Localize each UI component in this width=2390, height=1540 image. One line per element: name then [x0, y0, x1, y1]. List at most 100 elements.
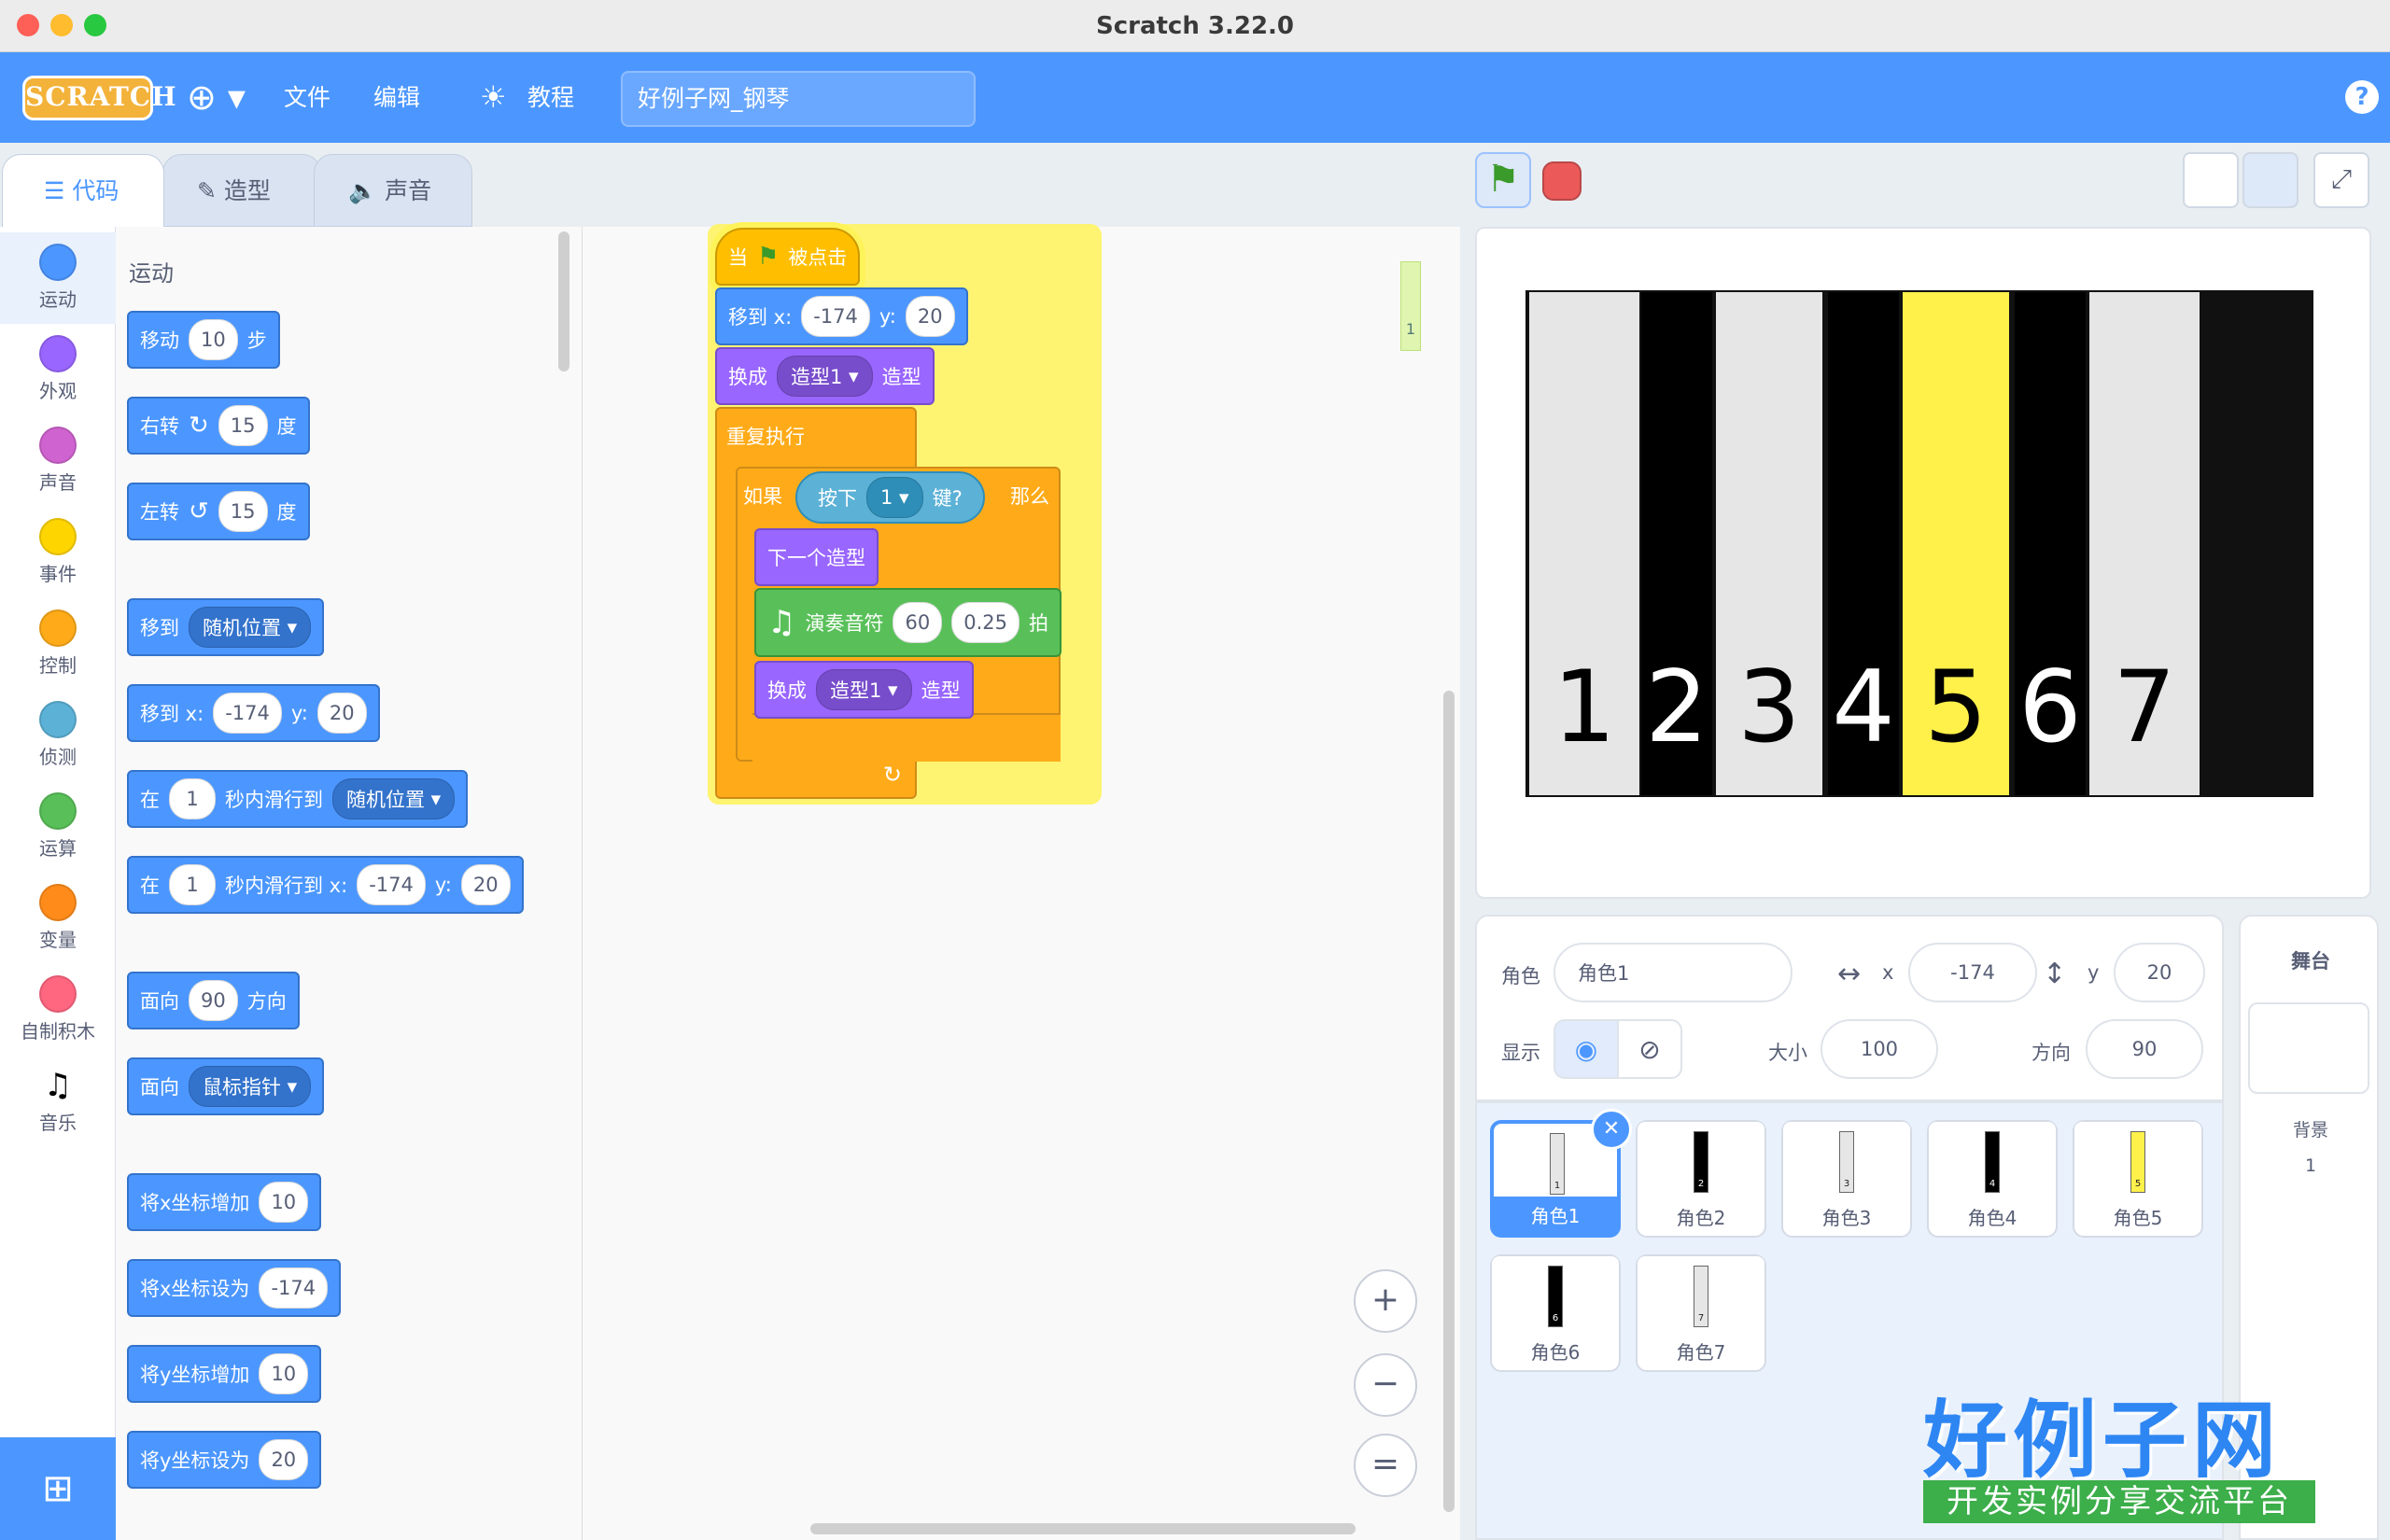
category-7[interactable]: 变量 — [0, 873, 116, 964]
direction-input-field[interactable]: 90 — [2086, 1019, 2203, 1079]
sprite-thumb-5[interactable]: 5 角色5 — [2073, 1120, 2203, 1238]
category-5[interactable]: 侦测 — [0, 690, 116, 781]
goto-block[interactable]: 移到 随机位置 ▾ — [127, 598, 325, 656]
script-goto-xy-block[interactable]: 移到 x: -174 y: 20 — [715, 287, 968, 345]
sprite-thumb-2[interactable]: 2 角色2 — [1636, 1120, 1766, 1238]
stop-button[interactable] — [1542, 161, 1582, 201]
next-costume-block[interactable]: 下一个造型 — [754, 528, 879, 586]
direction-input[interactable]: 90 — [189, 980, 238, 1021]
move-steps-block[interactable]: 移动 10 步 — [127, 311, 280, 369]
glide-seconds-input[interactable]: 1 — [169, 778, 216, 819]
set-x-input[interactable]: -174 — [259, 1267, 329, 1309]
change-x-block[interactable]: 将x坐标增加 10 — [127, 1173, 322, 1231]
sprite-thumb-1[interactable]: 1 角色1 ✕ — [1490, 1109, 1632, 1238]
sprite-thumb-6[interactable]: 6 角色6 — [1490, 1254, 1621, 1372]
goto-y-input[interactable]: 20 — [316, 693, 367, 734]
project-title-input[interactable]: 好例子网_钢琴 — [621, 71, 976, 127]
show-eye-icon[interactable]: ◉ — [1554, 1019, 1619, 1079]
category-3[interactable]: 事件 — [0, 507, 116, 598]
set-y-input[interactable]: 20 — [259, 1439, 309, 1480]
category-2[interactable]: 声音 — [0, 415, 116, 507]
point-direction-block[interactable]: 面向 90 方向 — [127, 972, 300, 1029]
category-9[interactable]: ♫ 音乐 — [0, 1056, 116, 1147]
set-x-block[interactable]: 将x坐标设为 -174 — [127, 1259, 342, 1317]
glide-y-input[interactable]: 20 — [460, 864, 511, 905]
script-vertical-scrollbar[interactable] — [1443, 691, 1455, 1512]
key-pressed-block[interactable]: 按下 1 ▾ 键? — [795, 471, 985, 524]
large-stage-button[interactable] — [2242, 152, 2299, 208]
point-towards-dropdown[interactable]: 鼠标指针 ▾ — [189, 1066, 312, 1107]
costume-dropdown[interactable]: 造型1 ▾ — [777, 356, 873, 397]
change-y-input[interactable]: 10 — [259, 1353, 309, 1394]
category-1[interactable]: 外观 — [0, 324, 116, 415]
file-menu[interactable]: 文件 — [284, 52, 330, 143]
costume-dropdown-2[interactable]: 造型1 ▾ — [816, 669, 912, 710]
y-input[interactable]: 20 — [2114, 943, 2205, 1002]
fullscreen-icon[interactable]: ⤢ — [2313, 152, 2369, 208]
language-globe-icon[interactable]: ⊕ ▾ — [187, 52, 246, 143]
goto-x-input[interactable]: -174 — [213, 693, 282, 734]
change-x-input[interactable]: 10 — [259, 1182, 309, 1223]
zoom-in-button[interactable]: + — [1354, 1269, 1417, 1333]
small-stage-button[interactable] — [2183, 152, 2239, 208]
goto-dropdown[interactable]: 随机位置 ▾ — [189, 607, 312, 648]
script-horizontal-scrollbar[interactable] — [810, 1523, 1356, 1534]
script-goto-x-input[interactable]: -174 — [801, 296, 870, 337]
x-input[interactable]: -174 — [1908, 943, 2037, 1002]
category-6[interactable]: 运算 — [0, 781, 116, 873]
turn-right-input[interactable]: 15 — [218, 405, 268, 446]
script-goto-y-input[interactable]: 20 — [905, 296, 955, 337]
size-input[interactable]: 100 — [1821, 1019, 1938, 1079]
piano-key-7[interactable]: 7 — [2089, 292, 2200, 795]
sprite-thumb-7[interactable]: 7 角色7 — [1636, 1254, 1766, 1372]
piano-key-1[interactable]: 1 — [1529, 292, 1639, 795]
tab-costumes[interactable]: ✎ 造型 — [162, 154, 321, 227]
play-note-block[interactable]: ♫ 演奏音符 60 0.25 拍 — [754, 588, 1061, 657]
scratch-logo[interactable]: SCRATCH — [22, 76, 176, 120]
move-steps-input[interactable]: 10 — [189, 319, 238, 360]
glide-xy-block[interactable]: 在 1 秒内滑行到 x: -174 y: 20 — [127, 856, 524, 914]
glide-block[interactable]: 在 1 秒内滑行到 随机位置 ▾ — [127, 770, 469, 828]
note-input[interactable]: 60 — [893, 602, 943, 643]
category-0[interactable]: 运动 — [0, 232, 116, 324]
tutorials-menu[interactable]: 教程 — [527, 52, 574, 143]
piano-key-3[interactable]: 3 — [1716, 292, 1822, 795]
glide-dropdown[interactable]: 随机位置 ▾ — [332, 778, 456, 819]
zoom-out-button[interactable]: − — [1354, 1353, 1417, 1417]
key-dropdown[interactable]: 1 ▾ — [866, 477, 923, 518]
piano-key-4[interactable]: 4 — [1828, 292, 1899, 795]
goto-xy-block[interactable]: 移到 x: -174 y: 20 — [127, 684, 380, 742]
piano-key-6[interactable]: 6 — [2015, 292, 2086, 795]
hide-eye-icon[interactable]: ⊘ — [1617, 1019, 1682, 1079]
script-switch-costume-block[interactable]: 换成 造型1 ▾ 造型 — [715, 347, 935, 405]
turn-left-block[interactable]: 左转 ↺ 15 度 — [127, 483, 310, 540]
turn-left-input[interactable]: 15 — [218, 491, 268, 532]
tab-sounds[interactable]: 🔈 声音 — [314, 154, 472, 227]
category-4[interactable]: 控制 — [0, 598, 116, 690]
piano-key-5[interactable]: 5 — [1903, 292, 2009, 795]
green-flag-button[interactable]: ⚑ — [1475, 152, 1531, 208]
glide-x-input[interactable]: -174 — [357, 864, 426, 905]
delete-sprite-icon[interactable]: ✕ — [1591, 1109, 1632, 1150]
help-icon[interactable]: ? — [2345, 80, 2379, 114]
tab-code[interactable]: ☰ 代码 — [2, 154, 164, 227]
category-8[interactable]: 自制积木 — [0, 964, 116, 1056]
beats-input[interactable]: 0.25 — [951, 602, 1019, 643]
set-y-block[interactable]: 将y坐标设为 20 — [127, 1431, 322, 1489]
piano-key-2[interactable]: 2 — [1641, 292, 1712, 795]
script-switch-costume-block-2[interactable]: 换成 造型1 ▾ 造型 — [754, 661, 974, 719]
sprite-thumb-3[interactable]: 3 角色3 — [1781, 1120, 1912, 1238]
change-y-block[interactable]: 将y坐标增加 10 — [127, 1345, 322, 1403]
glide-xy-seconds-input[interactable]: 1 — [169, 864, 216, 905]
point-towards-block[interactable]: 面向 鼠标指针 ▾ — [127, 1057, 325, 1115]
edit-menu[interactable]: 编辑 — [373, 52, 420, 143]
palette-scrollbar[interactable] — [558, 231, 569, 371]
when-flag-clicked-block[interactable]: 当 ⚑ 被点击 — [715, 228, 861, 286]
sprite-name-input[interactable]: 角色1 — [1554, 943, 1792, 1002]
zoom-reset-button[interactable]: = — [1354, 1434, 1417, 1497]
category-dot-icon — [39, 609, 77, 647]
turn-right-block[interactable]: 右转 ↻ 15 度 — [127, 397, 310, 455]
backdrop-thumbnail[interactable] — [2248, 1002, 2369, 1094]
sprite-thumb-4[interactable]: 4 角色4 — [1927, 1120, 2058, 1238]
add-extension-button[interactable]: ⊞ — [0, 1437, 116, 1540]
